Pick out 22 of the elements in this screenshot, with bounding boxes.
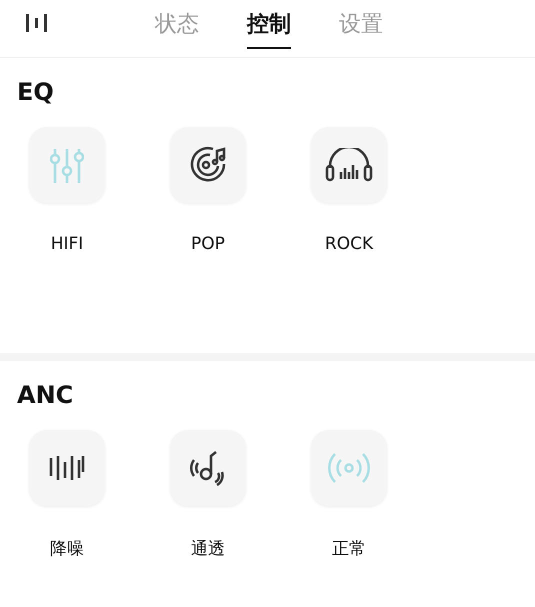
tab[interactable]: 状态 (155, 0, 199, 49)
vinyl-record-icon (189, 146, 227, 184)
mode-label: ROCK (324, 234, 374, 254)
note-sound-icon (190, 449, 226, 487)
mode-button[interactable] (170, 430, 246, 506)
sound-wave-icon (49, 454, 85, 482)
mode-label: 正常 (332, 538, 366, 560)
sliders-icon (50, 147, 84, 183)
section-title: EQ (17, 78, 55, 106)
section-title: ANC (17, 381, 74, 409)
broadcast-icon (327, 452, 371, 484)
mode-button[interactable] (170, 127, 246, 203)
headphones-icon (325, 148, 373, 182)
tab[interactable]: 控制 (247, 0, 291, 49)
pause-icon[interactable] (25, 13, 49, 33)
mode-label: HIFI (50, 234, 84, 254)
mode-button[interactable] (29, 430, 105, 506)
mode-label: 降噪 (50, 538, 84, 560)
mode-label: POP (191, 234, 225, 254)
mode-button[interactable] (311, 127, 387, 203)
tab[interactable]: 设置 (339, 0, 383, 49)
mode-label: 通透 (191, 538, 225, 560)
